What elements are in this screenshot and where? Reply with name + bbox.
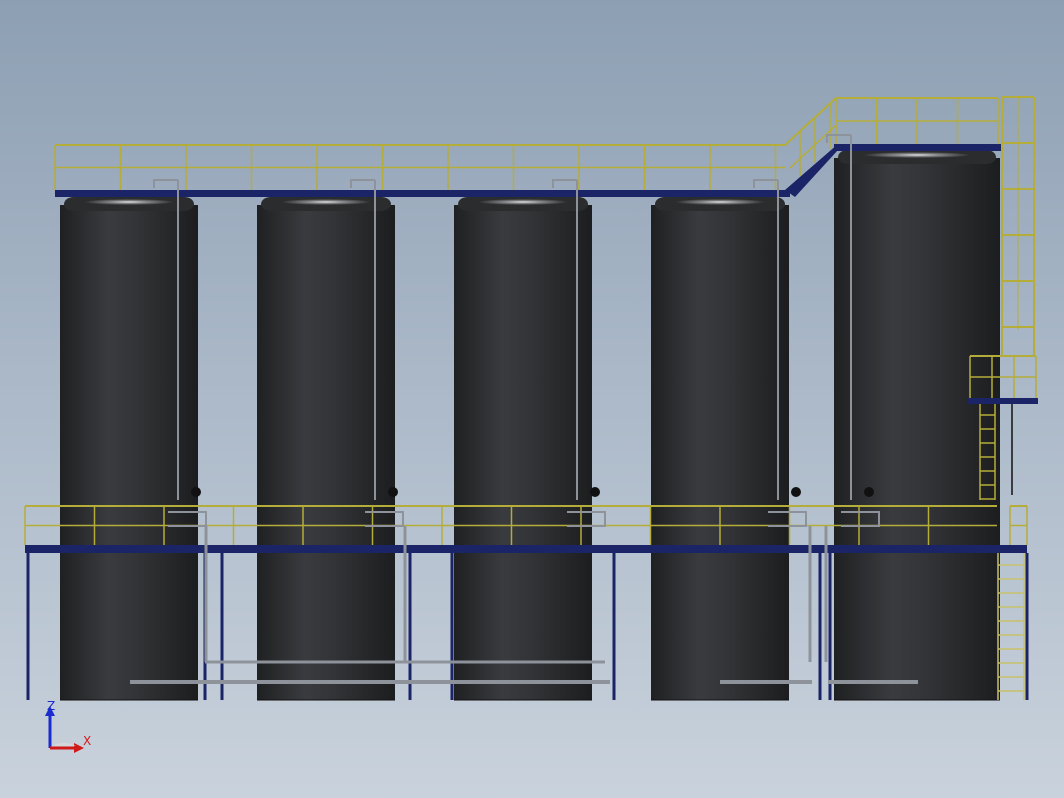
valve-icon xyxy=(388,487,398,497)
lower-walkway-deck xyxy=(25,545,1027,553)
model-viewport[interactable]: Z X xyxy=(0,0,1064,798)
tank-4 xyxy=(651,197,789,701)
lower-walkway-railing-right xyxy=(1009,505,1028,545)
tank-roof-highlight xyxy=(281,199,371,205)
riser-elbow xyxy=(153,179,178,188)
tank-body xyxy=(651,205,789,700)
landing-deck xyxy=(968,398,1038,404)
tank-5 xyxy=(834,150,1000,701)
tanks-layer xyxy=(60,150,1000,701)
riser-elbow xyxy=(753,179,778,188)
tank-3 xyxy=(454,197,592,701)
tank-roof-highlight xyxy=(478,199,568,205)
valve-icon xyxy=(791,487,801,497)
silo-assembly-drawing[interactable] xyxy=(0,0,1064,798)
tank-body xyxy=(834,158,1000,700)
x-axis-label: X xyxy=(83,734,92,748)
ramp-rail-mid xyxy=(789,124,837,169)
tank-roof-highlight xyxy=(863,152,971,158)
top-deck-railing xyxy=(835,97,999,144)
upper-walkway-railing xyxy=(54,144,785,190)
valve-icon xyxy=(864,487,874,497)
upper-walkway-deck xyxy=(55,190,790,197)
top-deck xyxy=(834,144,1002,151)
riser-elbow xyxy=(552,179,577,188)
riser-elbow xyxy=(350,179,375,188)
tank-body xyxy=(454,205,592,700)
z-axis-label: Z xyxy=(47,699,56,713)
tank-roof-highlight xyxy=(84,199,174,205)
valve-icon xyxy=(590,487,600,497)
tank-roof-highlight xyxy=(675,199,765,205)
cage-ladder xyxy=(1001,96,1035,355)
lower-stair xyxy=(997,553,1025,700)
ramp-rail-top xyxy=(784,97,837,146)
ramp-deck xyxy=(785,144,838,197)
valve-icon xyxy=(191,487,201,497)
